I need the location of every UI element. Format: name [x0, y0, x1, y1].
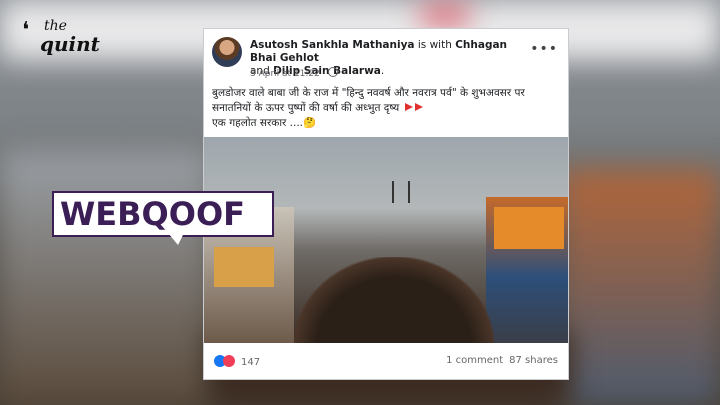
- bg-blur-red: [420, 6, 470, 24]
- post-line-2: सनातनियों के ऊपर पुष्पों की वर्षा की अध्…: [212, 102, 400, 114]
- webqoof-tag-tail: [168, 233, 184, 245]
- shares-link[interactable]: 87 shares: [509, 355, 558, 366]
- webqoof-label: WEBQOOF: [60, 195, 246, 233]
- globe-icon: [327, 67, 338, 77]
- billboard-right: [494, 207, 564, 249]
- webqoof-tag: WEBQOOF: [52, 191, 274, 237]
- reactions[interactable]: 147: [214, 355, 260, 368]
- author-name[interactable]: Asutosh Sankhla Mathaniya: [250, 39, 415, 51]
- bg-blur-left: [0, 150, 210, 405]
- post-text: बुलडोजर वाले बाबा जी के राज में "हिन्दु …: [212, 86, 562, 131]
- with-text: is with: [414, 39, 456, 51]
- post-line-1: बुलडोजर वाले बाबा जी के राज में "हिन्दु …: [212, 87, 525, 99]
- period-text: .: [380, 65, 385, 77]
- avatar[interactable]: [212, 37, 242, 67]
- post-stats: 1 comment 87 shares: [446, 355, 558, 366]
- post-line-2-wrap: सनातनियों के ऊपर पुष्पों की वर्षा की अध्…: [212, 101, 562, 116]
- quint-mark-icon: ❛: [22, 18, 30, 43]
- flag-icon: [414, 103, 423, 111]
- bg-blur-right: [560, 170, 720, 405]
- the-quint-logo: ❛ the quint: [22, 18, 100, 60]
- logo-quint-text: quint: [40, 32, 100, 56]
- post-meta: 3 April at 11:22 ·: [250, 67, 338, 79]
- love-icon: [223, 355, 235, 367]
- post-line-3: एक गहलोत सरकार ....🤔: [212, 117, 317, 129]
- more-options-icon[interactable]: •••: [530, 41, 558, 57]
- crowd: [294, 257, 494, 343]
- timestamp[interactable]: 3 April at 11:22 ·: [250, 69, 326, 79]
- post-photo[interactable]: [204, 137, 568, 343]
- reactions-count: 147: [241, 357, 261, 368]
- flag-icon: [404, 103, 413, 111]
- drone-icon: [392, 181, 410, 203]
- comments-link[interactable]: 1 comment: [446, 355, 503, 366]
- billboard-left: [214, 247, 274, 287]
